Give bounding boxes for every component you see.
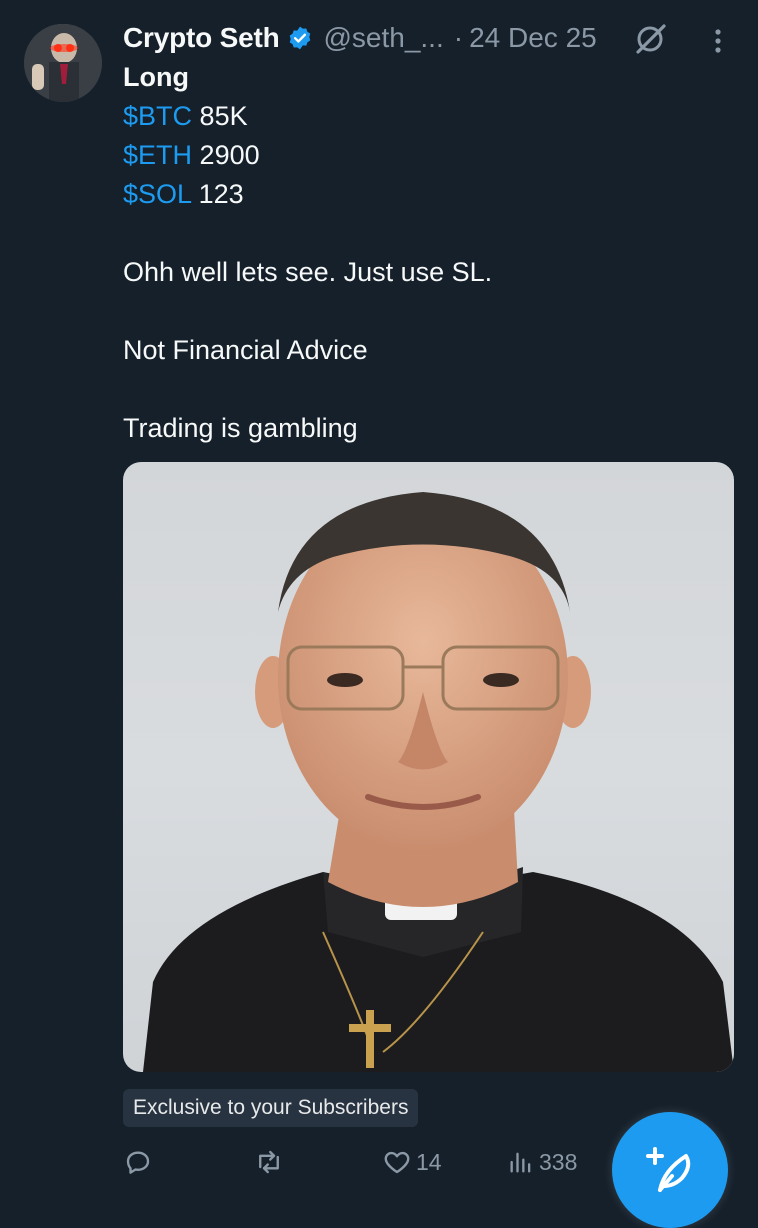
author-handle[interactable]: @seth_... bbox=[323, 22, 443, 54]
tweet-header: Crypto Seth @seth_... · 24 Dec 25 bbox=[123, 18, 597, 58]
subscribers-badge-label: Exclusive to your Subscribers bbox=[133, 1096, 409, 1119]
cashtag-link[interactable]: $SOL bbox=[123, 179, 191, 209]
views-button[interactable]: 338 bbox=[507, 1140, 577, 1184]
tweet-first-line: Long bbox=[123, 62, 189, 92]
avatar-image bbox=[24, 24, 102, 102]
views-count: 338 bbox=[539, 1148, 578, 1175]
tweet-media-image[interactable] bbox=[123, 462, 734, 1072]
reply-button[interactable] bbox=[123, 1140, 157, 1184]
compose-feather-icon bbox=[646, 1147, 691, 1192]
tweet-date[interactable]: 24 Dec 25 bbox=[469, 22, 597, 54]
verified-badge-icon[interactable] bbox=[287, 25, 313, 51]
position-value: 123 bbox=[198, 179, 244, 209]
tweet-paragraph: Ohh well lets see. Just use SL. bbox=[123, 257, 493, 287]
position-value: 2900 bbox=[199, 140, 260, 170]
position-line-eth: $ETH 2900 bbox=[123, 136, 723, 175]
avatar[interactable] bbox=[24, 24, 102, 102]
cashtag-link[interactable]: $ETH bbox=[123, 140, 192, 170]
reply-icon bbox=[123, 1147, 153, 1177]
position-line-btc: $BTC 85K bbox=[123, 97, 723, 136]
like-button[interactable]: 14 bbox=[382, 1140, 442, 1184]
grok-icon[interactable] bbox=[634, 22, 668, 56]
more-options-icon[interactable] bbox=[706, 26, 730, 56]
header-separator: · bbox=[453, 22, 464, 53]
position-value: 85K bbox=[199, 101, 248, 131]
subscribers-badge: Exclusive to your Subscribers bbox=[123, 1089, 419, 1127]
like-count: 14 bbox=[416, 1148, 442, 1175]
tweet[interactable]: Crypto Seth @seth_... · 24 Dec 25 Long $… bbox=[0, 0, 758, 1228]
views-icon bbox=[507, 1147, 535, 1177]
tweet-paragraph: Not Financial Advice bbox=[123, 335, 368, 365]
heart-icon bbox=[382, 1147, 412, 1177]
display-name[interactable]: Crypto Seth bbox=[123, 22, 280, 54]
portrait-photo bbox=[143, 492, 734, 1072]
repost-icon bbox=[253, 1147, 285, 1177]
compose-post-button[interactable] bbox=[612, 1112, 728, 1228]
repost-button[interactable] bbox=[253, 1140, 289, 1184]
cashtag-link[interactable]: $BTC bbox=[123, 101, 192, 131]
position-line-sol: $SOL 123 bbox=[123, 175, 723, 214]
tweet-paragraph: Trading is gambling bbox=[123, 413, 358, 443]
tweet-text: Long $BTC 85K $ETH 2900 $SOL 123 Ohh wel… bbox=[123, 58, 723, 448]
